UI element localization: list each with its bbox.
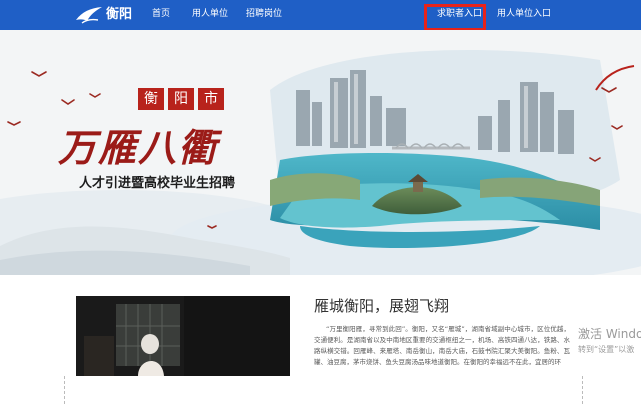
nav-employer-entry[interactable]: 用人单位入口: [497, 8, 551, 20]
nav-job-postings[interactable]: 招聘岗位: [246, 8, 282, 20]
hero-banner: 衡 阳 市 万雁八衢 人才引进暨高校毕业生招聘: [0, 30, 641, 275]
goose-logo-icon: [76, 7, 102, 24]
city-tag-shi: 市: [198, 88, 224, 110]
site-logo[interactable]: 衡阳: [74, 4, 136, 26]
windows-activation-watermark: 激活 Windo: [578, 327, 641, 341]
banner-subtitle: 人才引进暨高校毕业生招聘: [79, 176, 236, 191]
highlight-box: [424, 4, 486, 31]
windows-activation-hint: 转到“设置”以激: [578, 345, 635, 354]
top-nav: 衡阳 首页 用人单位 招聘岗位 求职者入口 用人单位入口: [0, 0, 641, 30]
city-tag-yang: 阳: [168, 88, 194, 110]
city-tag-heng: 衡: [138, 88, 164, 110]
intro-video[interactable]: [76, 296, 290, 376]
section-body: “万里衡阳雁，寻常到此回”。衡阳，又名“雁城”，湖南省域副中心城市，区位优越，交…: [314, 325, 570, 366]
nav-home[interactable]: 首页: [152, 8, 170, 20]
section-title: 雁城衡阳，展翅飞翔: [314, 297, 450, 315]
divider-right: [582, 376, 583, 404]
banner-slogan: 万雁八衢: [58, 125, 219, 170]
divider-left: [64, 376, 65, 404]
video-still-illustration: [76, 296, 290, 376]
logo-text: 衡阳: [106, 7, 133, 22]
bottom-strip: [0, 376, 641, 404]
nav-employers[interactable]: 用人单位: [192, 8, 228, 20]
